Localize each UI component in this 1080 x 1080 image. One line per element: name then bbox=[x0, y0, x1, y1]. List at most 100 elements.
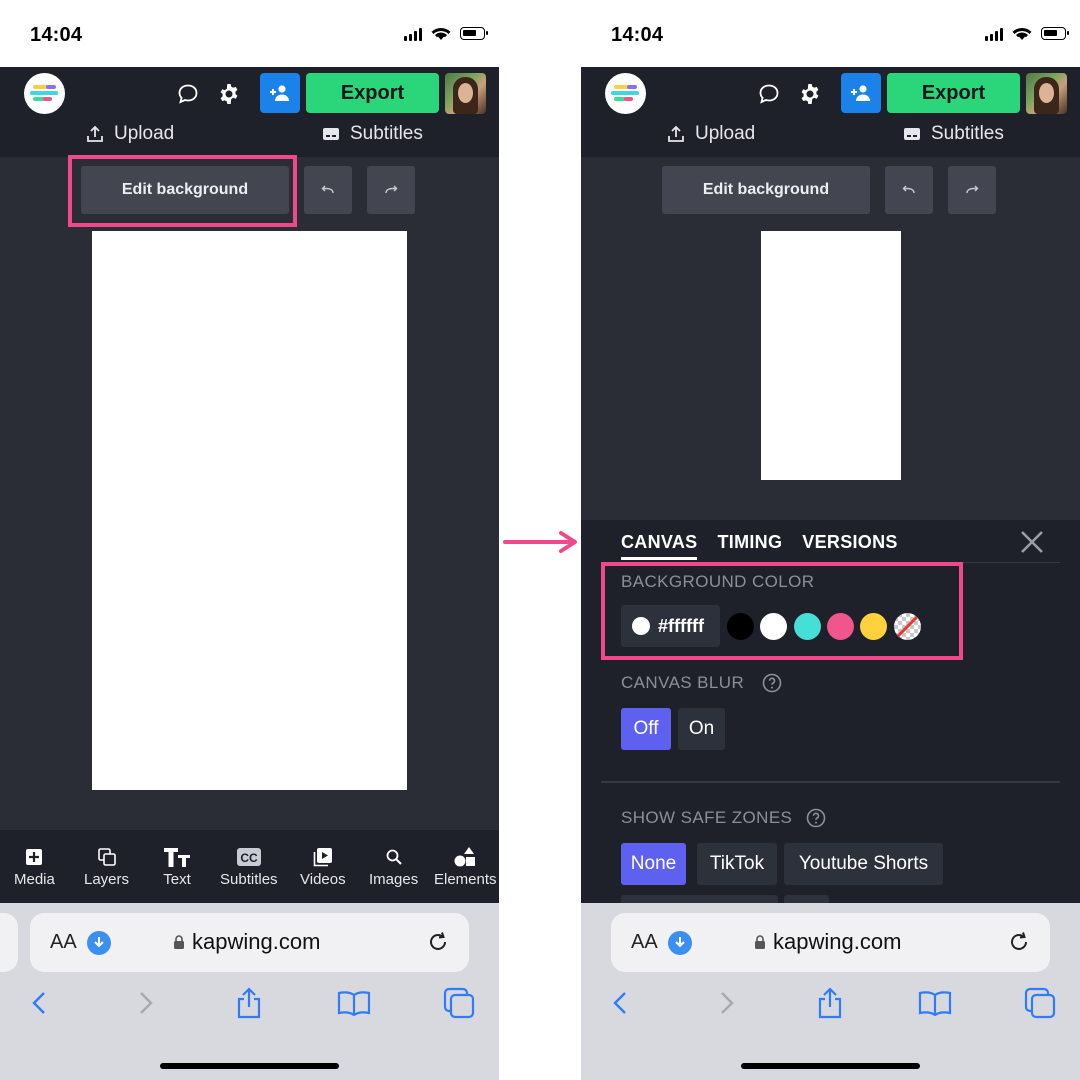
bookmarks-button[interactable] bbox=[917, 985, 953, 1021]
battery-icon bbox=[460, 27, 488, 40]
bookmarks-button[interactable] bbox=[336, 985, 372, 1021]
status-bar: 14:04 bbox=[581, 0, 1080, 67]
share-button[interactable] bbox=[812, 985, 848, 1021]
panel-tabs: CANVAS TIMING VERSIONS bbox=[621, 532, 898, 560]
redo-button[interactable] bbox=[367, 166, 415, 214]
blur-on-button[interactable]: On bbox=[678, 708, 725, 750]
upload-button[interactable]: Upload bbox=[667, 123, 755, 145]
video-canvas[interactable] bbox=[761, 231, 901, 480]
redo-icon bbox=[966, 185, 979, 194]
canvas-blur-label: CANVAS BLUR bbox=[621, 673, 745, 692]
reload-icon[interactable] bbox=[425, 929, 451, 955]
back-button[interactable] bbox=[21, 985, 57, 1021]
toolbar-media[interactable]: Media bbox=[14, 846, 55, 888]
reload-icon[interactable] bbox=[1006, 929, 1032, 955]
toolbar-text[interactable]: Text bbox=[163, 846, 191, 888]
export-button[interactable]: Export bbox=[306, 73, 439, 113]
undo-button[interactable] bbox=[304, 166, 352, 214]
edit-background-button[interactable]: Edit background bbox=[662, 166, 870, 214]
url-display[interactable]: kapwing.com bbox=[173, 929, 320, 955]
safe-zone-tiktok-button[interactable]: TikTok bbox=[697, 843, 777, 885]
close-icon[interactable] bbox=[1018, 528, 1046, 556]
wifi-icon bbox=[1012, 28, 1032, 40]
subtitles-label: Subtitles bbox=[350, 123, 423, 144]
right-arrow-icon bbox=[503, 531, 577, 553]
add-person-icon bbox=[270, 85, 289, 101]
comments-button[interactable] bbox=[756, 81, 782, 107]
blur-off-button[interactable]: Off bbox=[621, 708, 671, 750]
highlight-box bbox=[601, 562, 963, 660]
add-collaborator-button[interactable] bbox=[260, 73, 300, 113]
safe-zone-more-button-2[interactable] bbox=[784, 895, 829, 903]
section-divider bbox=[601, 781, 1060, 783]
kapwing-logo[interactable] bbox=[605, 73, 646, 114]
gear-icon bbox=[220, 84, 238, 104]
status-time: 14:04 bbox=[611, 24, 664, 46]
lock-icon bbox=[755, 935, 765, 949]
reader-text-size-button[interactable]: AA bbox=[50, 931, 77, 954]
subtitles-button[interactable]: Subtitles bbox=[903, 123, 1004, 145]
settings-button[interactable] bbox=[797, 81, 823, 107]
tabs-button[interactable] bbox=[1022, 985, 1058, 1021]
home-indicator bbox=[741, 1063, 920, 1069]
kapwing-logo[interactable] bbox=[24, 73, 65, 114]
battery-icon bbox=[1041, 27, 1069, 40]
undo-button[interactable] bbox=[885, 166, 933, 214]
canvas-settings-panel: CANVAS TIMING VERSIONS BACKGROUND COLOR … bbox=[581, 520, 1080, 903]
redo-icon bbox=[385, 185, 398, 194]
secondary-actions: Upload Subtitles bbox=[0, 123, 499, 153]
add-collaborator-button[interactable] bbox=[841, 73, 881, 113]
user-avatar[interactable] bbox=[1026, 73, 1067, 114]
settings-button[interactable] bbox=[216, 81, 242, 107]
video-canvas[interactable] bbox=[92, 231, 407, 790]
forward-button[interactable] bbox=[128, 985, 164, 1021]
address-bar[interactable]: AA kapwing.com bbox=[30, 913, 469, 972]
media-icon bbox=[26, 849, 43, 865]
safari-nav-row bbox=[0, 985, 499, 1031]
chevron-right-icon bbox=[140, 992, 153, 1014]
comments-button[interactable] bbox=[175, 81, 201, 107]
toolbar-elements[interactable]: Elements bbox=[434, 846, 497, 888]
help-icon[interactable] bbox=[762, 673, 782, 693]
url-display[interactable]: kapwing.com bbox=[754, 929, 901, 955]
safe-zone-more-button[interactable] bbox=[621, 895, 778, 903]
upload-label: Upload bbox=[695, 123, 756, 144]
download-icon[interactable] bbox=[87, 931, 111, 955]
tabs-button[interactable] bbox=[441, 985, 477, 1021]
tab-versions[interactable]: VERSIONS bbox=[802, 532, 897, 560]
tab-canvas[interactable]: CANVAS bbox=[621, 532, 698, 560]
toolbar-images[interactable]: Images bbox=[369, 846, 418, 888]
toolbar-videos[interactable]: Videos bbox=[300, 846, 346, 888]
share-button[interactable] bbox=[231, 985, 267, 1021]
redo-button[interactable] bbox=[948, 166, 996, 214]
safe-zone-youtube-shorts-button[interactable]: Youtube Shorts bbox=[784, 843, 943, 885]
forward-button[interactable] bbox=[709, 985, 745, 1021]
svg-text:CC: CC bbox=[240, 851, 258, 865]
toolbar-subtitles[interactable]: CC Subtitles bbox=[220, 846, 278, 888]
text-icon bbox=[164, 848, 190, 867]
top-bar: Export Upload Subtitles bbox=[0, 67, 499, 157]
safari-browser-bar: AA kapwing.com bbox=[581, 903, 1080, 1080]
highlight-box bbox=[68, 155, 297, 227]
address-bar[interactable]: AA kapwing.com bbox=[611, 913, 1050, 972]
video-icon bbox=[313, 848, 332, 867]
help-icon[interactable] bbox=[806, 808, 826, 828]
toolbar-layers[interactable]: Layers bbox=[84, 846, 129, 888]
signal-icon bbox=[985, 27, 1003, 41]
subtitles-icon bbox=[904, 128, 920, 140]
download-icon[interactable] bbox=[668, 931, 692, 955]
safe-zone-none-button[interactable]: None bbox=[621, 843, 686, 885]
export-button[interactable]: Export bbox=[887, 73, 1020, 113]
tabs-icon bbox=[443, 987, 475, 1019]
toolbar-elements-label: Elements bbox=[434, 871, 497, 888]
upload-button[interactable]: Upload bbox=[86, 123, 174, 145]
status-icons bbox=[404, 26, 488, 41]
tab-timing[interactable]: TIMING bbox=[717, 532, 782, 560]
phone-screenshot-before: 14:04 Export Upload Subtitles Edit backg… bbox=[0, 0, 499, 1080]
user-avatar[interactable] bbox=[445, 73, 486, 114]
reader-text-size-button[interactable]: AA bbox=[631, 931, 658, 954]
previous-tab-stub[interactable] bbox=[0, 913, 18, 972]
subtitles-button[interactable]: Subtitles bbox=[322, 123, 423, 145]
secondary-actions: Upload Subtitles bbox=[581, 123, 1080, 153]
back-button[interactable] bbox=[602, 985, 638, 1021]
